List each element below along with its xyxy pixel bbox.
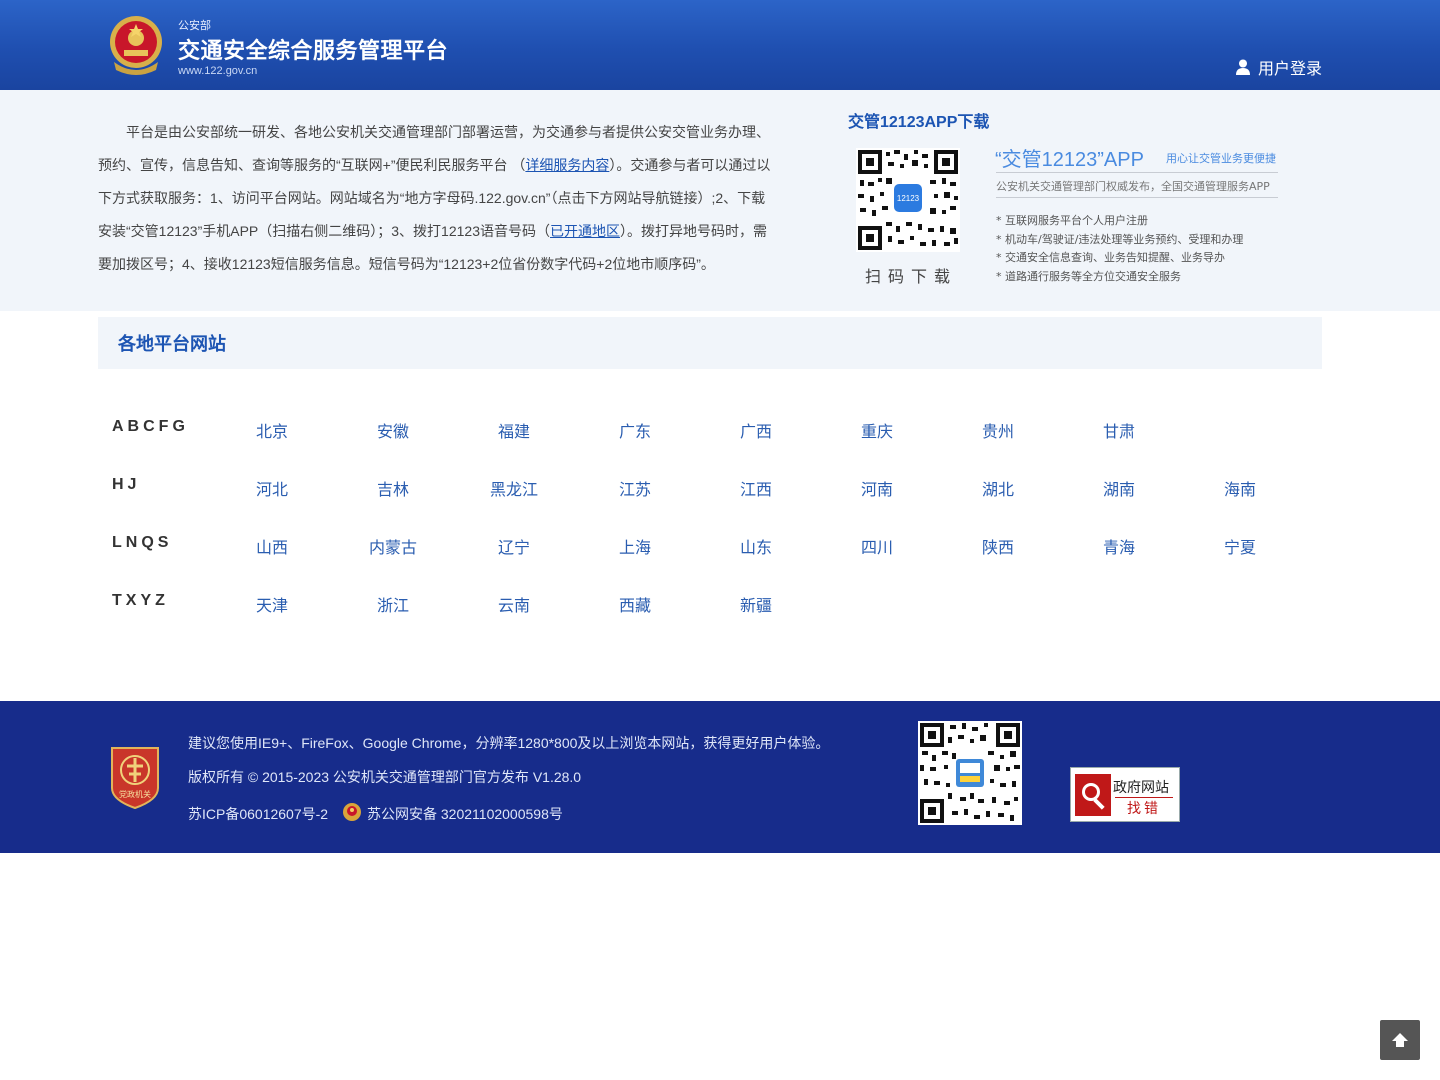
app-slogan: 用心让交管业务更便捷 [1166, 152, 1276, 165]
party-badge-text: 党政机关 [119, 789, 151, 799]
letter-group: HJ [112, 476, 141, 493]
region-link[interactable]: 湖北 [958, 476, 1038, 500]
region-link[interactable]: 海南 [1200, 476, 1280, 500]
platforms-header: 各地平台网站 [98, 317, 1322, 369]
intro-text: 平台是由公安部统一研发、各地公安机关交通管理部门部署运营，为交通参与者提供公安交… [98, 116, 778, 281]
letter-group: LNQS [112, 534, 173, 551]
divider [996, 197, 1278, 198]
app-feature-item: 互联网服务平台个人用户注册 [996, 212, 1243, 231]
app-subtitle: 公安机关交通管理部门权威发布，全国交通管理服务APP [996, 180, 1270, 193]
region-link[interactable]: 山东 [716, 534, 796, 558]
app-feature-item: 机动车/驾驶证/违法处理等业务预约、受理和办理 [996, 231, 1243, 250]
region-link[interactable]: 河南 [837, 476, 917, 500]
user-icon [1236, 59, 1250, 75]
login-label: 用户登录 [1258, 59, 1323, 78]
gov-badge-subtitle: 找错 [1127, 801, 1161, 817]
letter-group: ABCFG [112, 418, 189, 435]
region-link[interactable]: 重庆 [837, 418, 917, 442]
arrow-up-icon [1392, 1033, 1408, 1047]
platforms-title: 各地平台网站 [118, 334, 226, 355]
browser-tip: 建议您使用IE9+、FireFox、Google Chrome，分辨率1280*… [188, 735, 830, 751]
region-link[interactable]: 辽宁 [474, 534, 554, 558]
letter-group: TXYZ [112, 592, 169, 609]
region-link[interactable]: 内蒙古 [353, 534, 433, 558]
region-link[interactable]: 宁夏 [1200, 534, 1280, 558]
icp-record-link[interactable]: 苏ICP备06012607号-2 [188, 804, 328, 824]
platform-row: TXYZ 天津 浙江 云南 西藏 新疆 [98, 590, 1322, 620]
site-url: www.122.gov.cn [178, 65, 258, 77]
police-badge-icon [343, 803, 361, 821]
region-link[interactable]: 四川 [837, 534, 917, 558]
svg-text:12123: 12123 [897, 194, 920, 203]
region-link[interactable]: 山西 [232, 534, 312, 558]
region-link[interactable]: 吉林 [353, 476, 433, 500]
region-link[interactable]: 江西 [716, 476, 796, 500]
region-link[interactable]: 浙江 [353, 592, 433, 616]
region-link[interactable]: 新疆 [716, 592, 796, 616]
platform-row: ABCFG 北京 安徽 福建 广东 广西 重庆 贵州 甘肃 [98, 416, 1322, 446]
app-feature-item: 交通安全信息查询、业务告知提醒、业务导办 [996, 249, 1243, 268]
region-link[interactable]: 广西 [716, 418, 796, 442]
opened-regions-link[interactable]: 已开通地区 [550, 223, 620, 239]
region-link[interactable]: 安徽 [353, 418, 433, 442]
copyright-text: 版权所有 © 2015-2023 公安机关交通管理部门官方发布 V1.28.0 [188, 769, 582, 785]
app-feature-item: 道路通行服务等全方位交通安全服务 [996, 268, 1243, 287]
divider [996, 172, 1278, 173]
police-emblem-icon[interactable] [106, 14, 166, 76]
party-government-badge-icon[interactable]: 党政机关 [108, 746, 162, 810]
magnifier-icon [1075, 774, 1111, 816]
region-link[interactable]: 河北 [232, 476, 312, 500]
org-label: 公安部 [178, 19, 211, 32]
region-link[interactable]: 上海 [595, 534, 675, 558]
site-title[interactable]: 交通安全综合服务管理平台 [178, 33, 448, 65]
region-link[interactable]: 陕西 [958, 534, 1038, 558]
platform-row: HJ 河北 吉林 黑龙江 江苏 江西 河南 湖北 湖南 海南 [98, 474, 1322, 504]
region-link[interactable]: 江苏 [595, 476, 675, 500]
app-qr-code: 12123 [856, 148, 960, 252]
region-link[interactable]: 湖南 [1079, 476, 1159, 500]
region-link[interactable]: 甘肃 [1079, 418, 1159, 442]
footer-qr-code [918, 721, 1022, 825]
region-link[interactable]: 天津 [232, 592, 312, 616]
region-link[interactable]: 广东 [595, 418, 675, 442]
region-link[interactable]: 贵州 [958, 418, 1038, 442]
region-link[interactable]: 云南 [474, 592, 554, 616]
site-header: 公安部 交通安全综合服务管理平台 www.122.gov.cn 用户登录 [0, 0, 1440, 90]
platform-row: LNQS 山西 内蒙古 辽宁 上海 山东 四川 陕西 青海 宁夏 [98, 532, 1322, 562]
login-button[interactable]: 用户登录 [1236, 56, 1322, 78]
region-link[interactable]: 黑龙江 [474, 476, 554, 500]
police-record-link[interactable]: 苏公网安备 32021102000598号 [367, 804, 563, 824]
region-link[interactable]: 福建 [474, 418, 554, 442]
region-link[interactable]: 北京 [232, 418, 312, 442]
scan-download-label: 扫码下载 [865, 267, 958, 286]
app-download-title: 交管12123APP下载 [848, 114, 990, 131]
app-feature-list: 互联网服务平台个人用户注册 机动车/驾驶证/违法处理等业务预约、受理和办理 交通… [996, 212, 1243, 286]
app-name: “交管12123”APP [995, 149, 1144, 171]
back-to-top-button[interactable] [1380, 1020, 1420, 1060]
gov-badge-title: 政府网站 [1113, 780, 1169, 796]
region-link[interactable]: 西藏 [595, 592, 675, 616]
region-link[interactable]: 青海 [1079, 534, 1159, 558]
gov-website-error-report-badge[interactable]: 政府网站 找错 [1070, 767, 1180, 822]
service-detail-link[interactable]: 详细服务内容 [525, 157, 609, 173]
